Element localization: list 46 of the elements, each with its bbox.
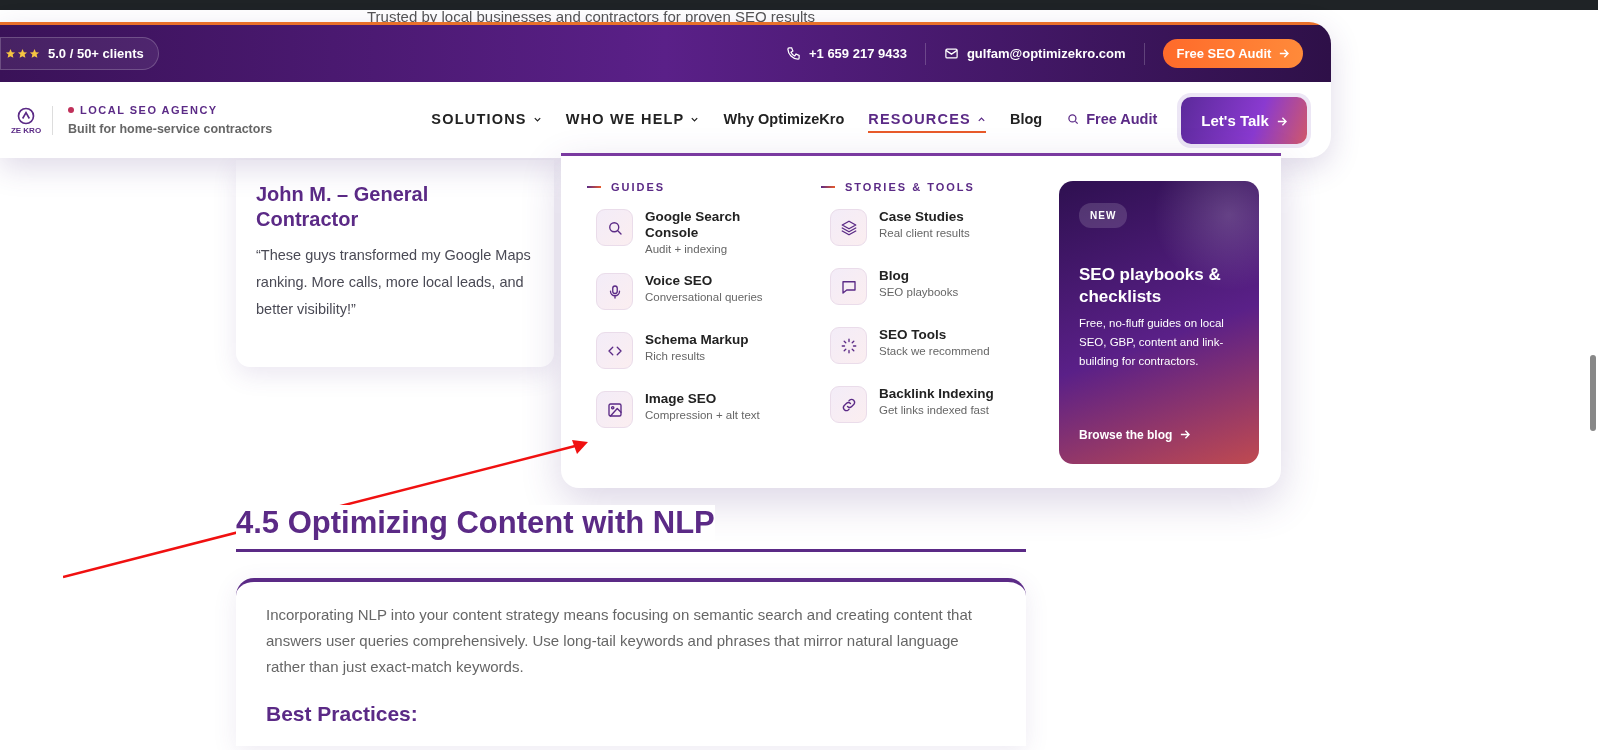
- dropdown-item[interactable]: Schema Markup Rich results: [596, 332, 821, 373]
- arrow-right-icon: [1276, 115, 1287, 127]
- rating-text: 5.0 / 50+ clients: [48, 46, 144, 61]
- agency-label: LOCAL SEO AGENCY: [80, 104, 218, 116]
- dropdown-item[interactable]: Backlink Indexing Get links indexed fast: [830, 386, 1055, 427]
- arrow-right-icon: [1278, 48, 1289, 59]
- caret-icon: [976, 114, 986, 124]
- phone-icon: [785, 46, 801, 61]
- nav-link[interactable]: Why OptimizeKro: [723, 107, 845, 133]
- dropdown-item[interactable]: Case Studies Real client results: [830, 209, 1055, 250]
- phone-link[interactable]: +1 659 217 9433: [808, 46, 907, 61]
- star-icon: [29, 48, 40, 59]
- star-icon: [5, 48, 16, 59]
- testimonial-quote: “These guys transformed my Google Maps ranking. More calls, more local leads, and better visibility!”: [256, 246, 532, 319]
- browse-blog-link[interactable]: Browse the blog: [1079, 428, 1239, 442]
- mail-icon: [943, 46, 959, 61]
- section-heading: 4.5 Optimizing Content with NLP: [236, 505, 715, 540]
- dropdown-item[interactable]: Image SEO Compression + alt text: [596, 391, 821, 432]
- logo[interactable]: ZE KRO: [0, 105, 53, 135]
- promo-title: SEO playbooks & checklists: [1079, 264, 1222, 308]
- email-link[interactable]: gulfam@optimizekro.com: [966, 46, 1126, 61]
- nav-menu-item[interactable]: RESOURCES: [868, 107, 986, 133]
- nav-menu-item[interactable]: SOLUTIONS: [431, 107, 542, 133]
- dropdown-item[interactable]: SEO Tools Stack we recommend: [830, 327, 1055, 368]
- dropdown-item[interactable]: Google Search Console Audit + indexing: [596, 209, 821, 255]
- search-icon: [1066, 112, 1081, 126]
- star-icon: [17, 48, 28, 59]
- testimonial-name: John M. – General Contractor: [256, 182, 430, 232]
- layers-icon: [839, 218, 858, 237]
- column-heading: STORIES & TOOLS: [845, 181, 975, 193]
- section-paragraph: Incorporating NLP into your content strategy means focusing on semantic search and creating content that answers user queries comprehensively. Use long-tail keywords and phrases that mirror natural language rather than just exact-match keywords.: [266, 605, 973, 677]
- dropdown-item[interactable]: Blog SEO playbooks: [830, 268, 1055, 309]
- promo-text: Free, no-fluff guides on local SEO, GBP, content and link-building for contractors.: [1079, 316, 1225, 369]
- nav-menu-item[interactable]: WHO WE HELP: [565, 107, 700, 133]
- image-icon: [605, 400, 624, 419]
- free-audit-link[interactable]: Free Audit: [1066, 107, 1158, 133]
- section-subheading: Best Practices:: [266, 702, 419, 726]
- arrow-right-icon: [1178, 429, 1190, 440]
- column-heading: GUIDES: [611, 181, 666, 193]
- nav-link[interactable]: Blog: [1009, 107, 1043, 133]
- loader-icon: [839, 336, 858, 355]
- new-badge: NEW: [1079, 203, 1128, 228]
- brand-subtitle: Built for home-service contractors: [68, 122, 273, 136]
- logo-icon: [16, 105, 36, 126]
- logo-text: ZE KRO: [10, 125, 42, 135]
- dropdown-item[interactable]: Voice SEO Conversational queries: [596, 273, 821, 314]
